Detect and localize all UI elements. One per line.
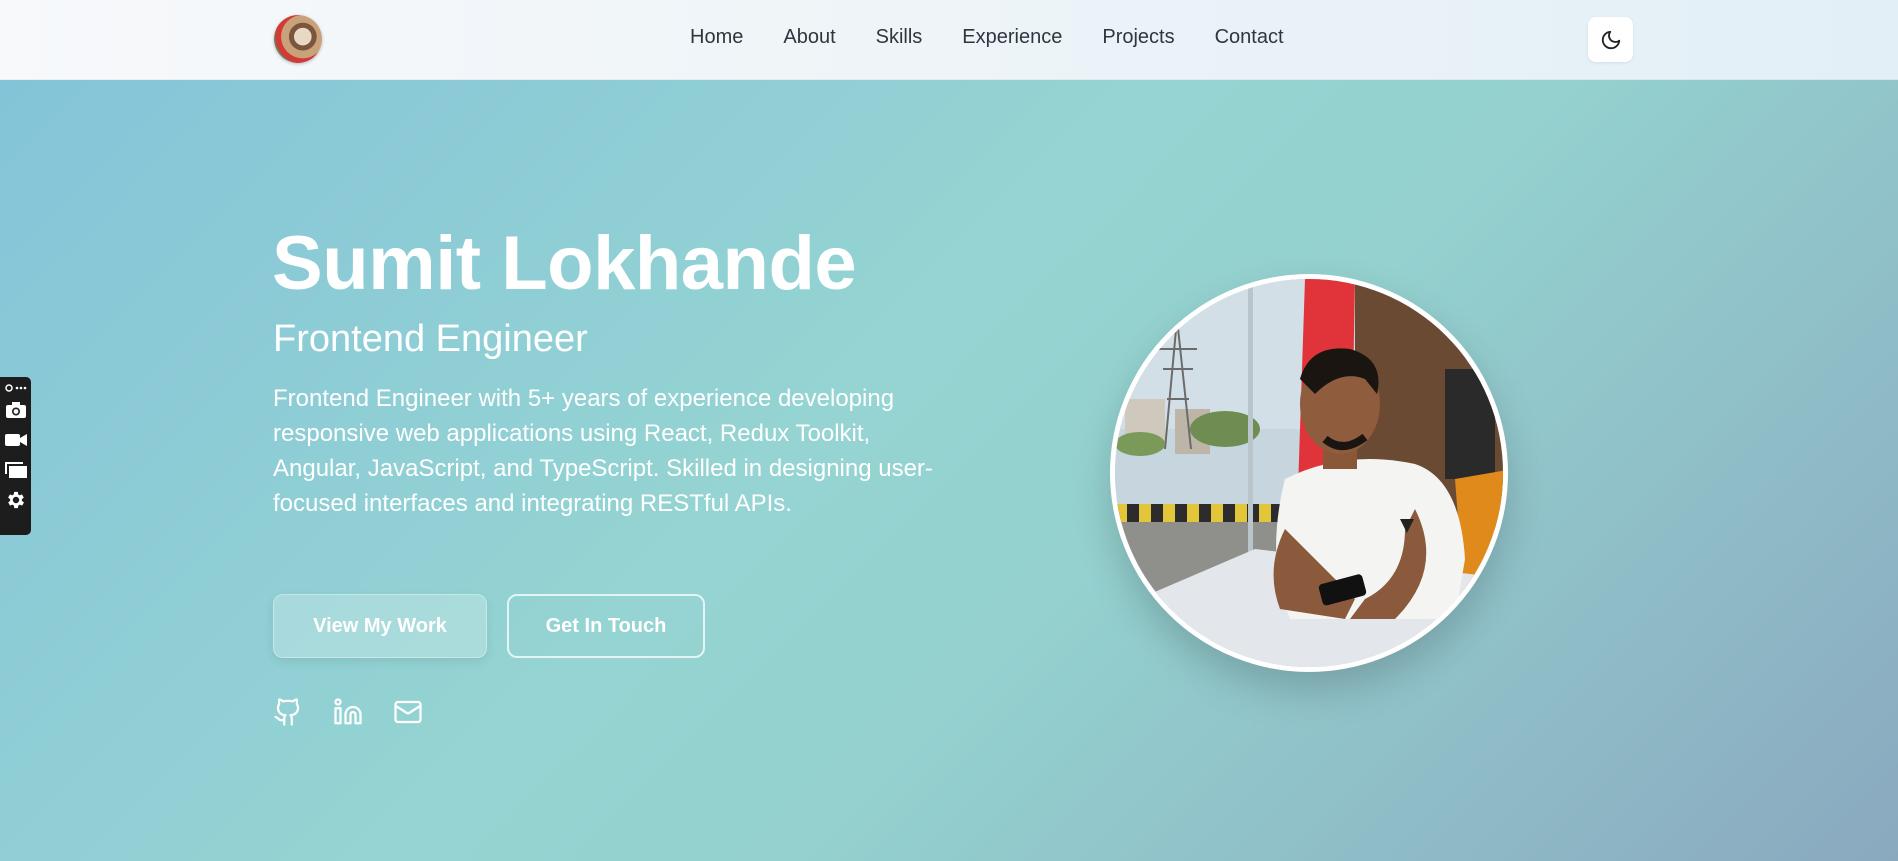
avatar[interactable] — [274, 15, 322, 63]
brush-more-icon[interactable] — [3, 381, 29, 395]
camera-icon[interactable] — [3, 395, 29, 425]
screens-icon[interactable] — [3, 455, 29, 485]
linkedin-icon[interactable] — [333, 697, 363, 727]
hero-description: Frontend Engineer with 5+ years of exper… — [273, 385, 933, 517]
nav-link-about[interactable]: About — [783, 26, 835, 49]
nav-links: Home About Skills Experience Projects Co… — [690, 26, 1284, 49]
hero-name: Sumit Lokhande — [272, 221, 857, 306]
theme-toggle-button[interactable] — [1588, 17, 1633, 62]
hero-role: Frontend Engineer — [273, 318, 588, 360]
moon-icon — [1601, 30, 1620, 49]
nav-link-projects[interactable]: Projects — [1102, 26, 1174, 49]
github-icon[interactable] — [273, 697, 303, 727]
gear-icon[interactable] — [3, 485, 29, 515]
profile-photo — [1110, 274, 1508, 672]
view-my-work-button[interactable]: View My Work — [273, 594, 487, 658]
nav-link-home[interactable]: Home — [690, 26, 743, 49]
mail-icon[interactable] — [393, 697, 423, 727]
social-links — [273, 697, 423, 727]
nav-link-experience[interactable]: Experience — [962, 26, 1062, 49]
get-in-touch-button[interactable]: Get In Touch — [507, 594, 705, 658]
nav-link-skills[interactable]: Skills — [876, 26, 923, 49]
recording-toolbar — [0, 377, 31, 535]
profile-photo-illustration — [1115, 279, 1503, 667]
navbar: Home About Skills Experience Projects Co… — [0, 0, 1898, 80]
video-icon[interactable] — [3, 425, 29, 455]
nav-link-contact[interactable]: Contact — [1215, 26, 1284, 49]
